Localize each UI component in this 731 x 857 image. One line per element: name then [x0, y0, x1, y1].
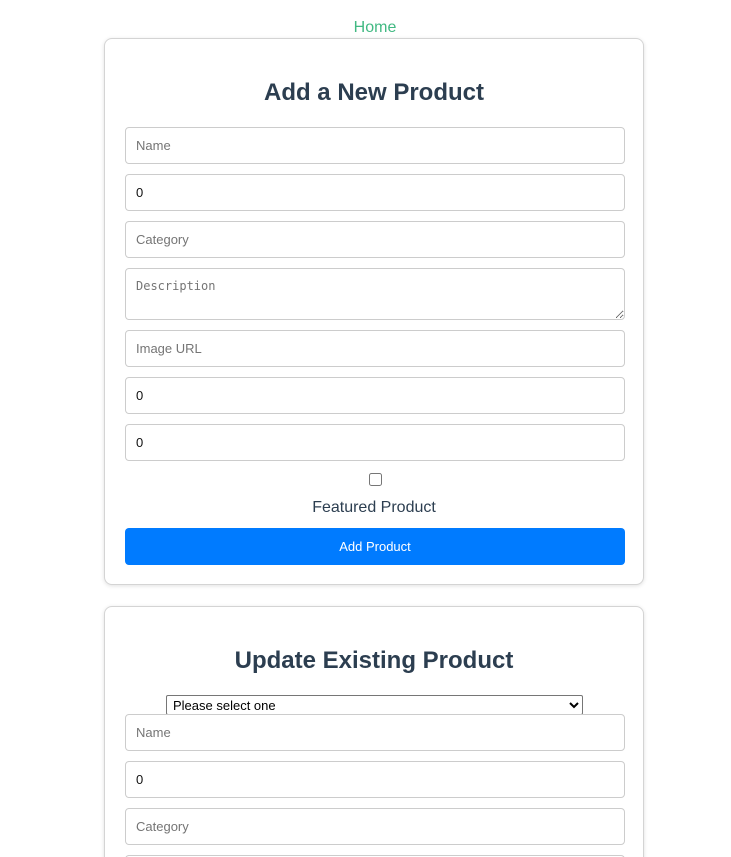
stock-field[interactable]	[125, 377, 625, 414]
add-product-button[interactable]: Add Product	[125, 528, 625, 565]
home-link[interactable]: Home	[0, 18, 731, 38]
rating-field[interactable]	[125, 424, 625, 461]
featured-label: Featured Product	[312, 499, 436, 516]
name-field[interactable]	[125, 127, 625, 164]
featured-checkbox[interactable]	[369, 473, 382, 486]
category-field[interactable]	[125, 221, 625, 258]
update-category-field[interactable]	[125, 808, 625, 845]
add-product-title: Add a New Product	[263, 79, 485, 106]
update-product-title: Update Existing Product	[234, 647, 514, 674]
update-price-field[interactable]	[125, 761, 625, 798]
description-field[interactable]	[125, 268, 625, 320]
image-url-field[interactable]	[125, 330, 625, 367]
update-name-field[interactable]	[125, 714, 625, 751]
product-select[interactable]: Please select one	[166, 695, 583, 715]
add-product-form: Add a New Product Featured Product Add P…	[104, 38, 644, 585]
price-field[interactable]	[125, 174, 625, 211]
update-product-form: Update Existing Product Please select on…	[104, 606, 644, 857]
page: Home Add a New Product Featured Product …	[0, 0, 731, 857]
